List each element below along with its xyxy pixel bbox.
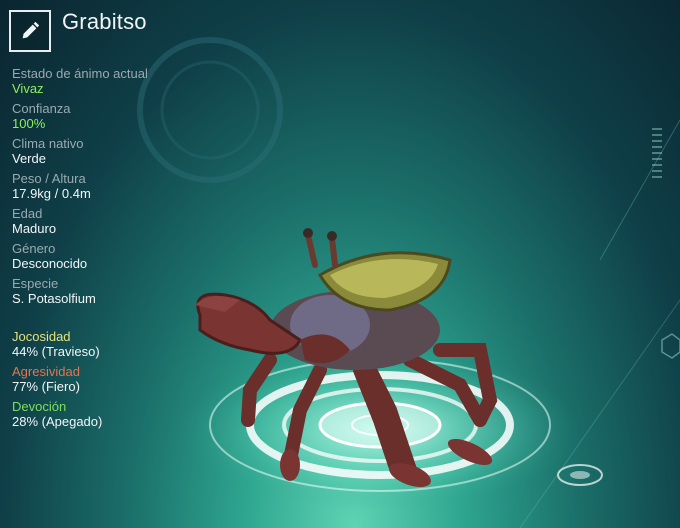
stat-age: Edad Maduro — [12, 206, 202, 237]
pencil-icon — [22, 21, 40, 39]
stat-gender: Género Desconocido — [12, 241, 202, 272]
stat-weight-height: Peso / Altura 17.9kg / 0.4m — [12, 171, 202, 202]
creature-traits: Jocosidad 44% (Travieso) Agresividad 77%… — [12, 329, 202, 434]
stat-value: 100% — [12, 116, 46, 131]
stat-label: Estado de ánimo actual — [12, 66, 148, 81]
stat-species: Especie S. Potasolfium — [12, 276, 202, 307]
stat-value: S. Potasolfium — [12, 291, 96, 306]
creature-stats: Estado de ánimo actual Vivaz Confianza 1… — [12, 66, 202, 311]
stat-mood: Estado de ánimo actual Vivaz — [12, 66, 202, 97]
stat-climate: Clima nativo Verde — [12, 136, 202, 167]
stat-label: Género — [12, 241, 56, 256]
stat-trust: Confianza 100% — [12, 101, 202, 132]
stat-value: Verde — [12, 151, 46, 166]
trait-value: 28% (Apegado) — [12, 414, 103, 429]
stat-value: Maduro — [12, 221, 57, 236]
stat-value: Desconocido — [12, 256, 88, 271]
edit-name-button[interactable] — [9, 10, 51, 52]
stat-value: Vivaz — [12, 81, 44, 96]
stat-label: Peso / Altura — [12, 171, 86, 186]
trait-playfulness: Jocosidad 44% (Travieso) — [12, 329, 202, 360]
stat-label: Confianza — [12, 101, 71, 116]
stat-value: 17.9kg / 0.4m — [12, 186, 91, 201]
stat-label: Especie — [12, 276, 59, 291]
stat-label: Edad — [12, 206, 43, 221]
trait-value: 77% (Fiero) — [12, 379, 80, 394]
trait-label: Devoción — [12, 399, 67, 414]
trait-devotion: Devoción 28% (Apegado) — [12, 399, 202, 430]
trait-aggression: Agresividad 77% (Fiero) — [12, 364, 202, 395]
trait-value: 44% (Travieso) — [12, 344, 100, 359]
creature-model — [195, 228, 498, 488]
stat-label: Clima nativo — [12, 136, 84, 151]
creature-name: Grabitso — [62, 9, 147, 34]
trait-label: Agresividad — [12, 364, 80, 379]
trait-label: Jocosidad — [12, 329, 71, 344]
